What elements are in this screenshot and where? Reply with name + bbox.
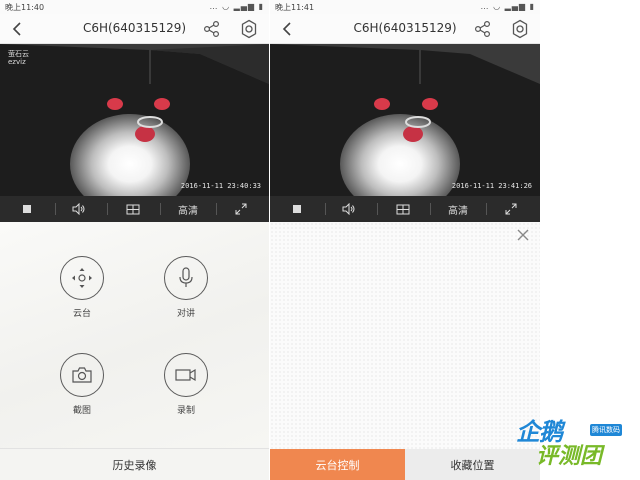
logo-line1: 萤石云 [8,50,29,58]
intercom-label: 对讲 [176,309,195,319]
share-icon[interactable] [203,20,221,38]
speaker-icon [72,203,85,215]
tab-ptz-control[interactable]: 云台控制 [270,449,405,480]
watermark-line2: 评测团 [536,444,603,469]
layout-button[interactable] [115,196,151,222]
penguin-review-watermark: 企鹅 腾讯数码 评测团 [516,412,626,472]
share-icon[interactable] [474,20,492,38]
status-icons: … ◡ ▂▄▆ ▮ [480,2,535,11]
divider [430,203,431,215]
status-time: 晚上11:40 [5,3,45,12]
hanging-ornaments [374,98,438,142]
video-control-bar: 高清 [0,196,269,222]
layout-button[interactable] [385,196,421,222]
ezviz-logo: 萤石云 ezviz [8,50,29,66]
divider [55,203,56,215]
function-panel: 云台 对讲 截图 录制 [0,222,269,448]
divider [107,203,108,215]
ptz-button[interactable] [60,256,104,300]
page-title: C6H(640315129) [353,21,457,35]
page-title: C6H(640315129) [82,21,187,35]
left-phone-screen: 晚上11:40 … ◡ ▂▄▆ ▮ C6H(640315129) 萤石云 ezv… [0,0,269,480]
stop-icon [23,205,31,213]
video-record-icon [175,368,196,382]
title-bar: C6H(640315129) [270,14,540,44]
divider [325,203,326,215]
video-control-bar: 高清 [270,196,540,222]
quality-button[interactable]: 高清 [438,196,478,222]
close-icon[interactable] [516,228,530,242]
status-icons: … ◡ ▂▄▆ ▮ [209,2,264,11]
screenshot-function[interactable]: 截图 [52,353,112,416]
history-playback-button[interactable]: 历史录像 [0,448,269,480]
right-phone-screen: 晚上11:41 … ◡ ▂▄▆ ▮ C6H(640315129) 2016-11… [270,0,540,480]
video-timestamp: 2016-11-11 23:40:33 [180,182,261,190]
ptz-control-pad[interactable] [270,222,540,449]
record-function[interactable]: 录制 [156,353,216,416]
divider [486,203,487,215]
intercom-function[interactable]: 对讲 [156,256,216,319]
expand-icon [235,203,247,215]
fullscreen-button[interactable] [494,196,528,222]
quality-button[interactable]: 高清 [168,196,208,222]
status-time: 晚上11:41 [275,3,315,12]
ptz-icon [72,268,92,288]
title-bar: C6H(640315129) [0,14,269,44]
gear-icon[interactable] [510,19,530,39]
logo-line2: ezviz [8,58,26,66]
camera-icon [72,367,92,383]
hanging-ornaments [107,98,170,142]
stop-button[interactable] [10,196,44,222]
gear-icon[interactable] [239,19,259,39]
grid-icon [396,204,410,214]
grid-icon [126,204,140,214]
divider [216,203,217,215]
volume-button[interactable] [332,196,366,222]
record-label: 录制 [176,406,195,416]
stop-button[interactable] [280,196,314,222]
speaker-icon [342,203,355,215]
intercom-button[interactable] [164,256,208,300]
ptz-label: 云台 [72,309,91,319]
video-timestamp: 2016-11-11 23:41:26 [451,182,532,190]
status-bar: 晚上11:40 … ◡ ▂▄▆ ▮ [0,0,269,14]
ptz-tabs: 云台控制 收藏位置 [270,449,540,480]
expand-icon [505,203,517,215]
screenshot-label: 截图 [72,406,91,416]
live-video-view[interactable]: 萤石云 ezviz 2016-11-11 23:40:33 [0,44,269,196]
stop-icon [293,205,301,213]
volume-button[interactable] [62,196,96,222]
screenshot-button[interactable] [60,353,104,397]
watermark-tag: 腾讯数码 [590,424,622,436]
record-button[interactable] [164,353,208,397]
ptz-function[interactable]: 云台 [52,256,112,319]
divider [377,203,378,215]
divider [160,203,161,215]
live-video-view[interactable]: 2016-11-11 23:41:26 [270,44,540,196]
fullscreen-button[interactable] [224,196,258,222]
microphone-icon [179,267,193,287]
status-bar: 晚上11:41 … ◡ ▂▄▆ ▮ [270,0,540,14]
